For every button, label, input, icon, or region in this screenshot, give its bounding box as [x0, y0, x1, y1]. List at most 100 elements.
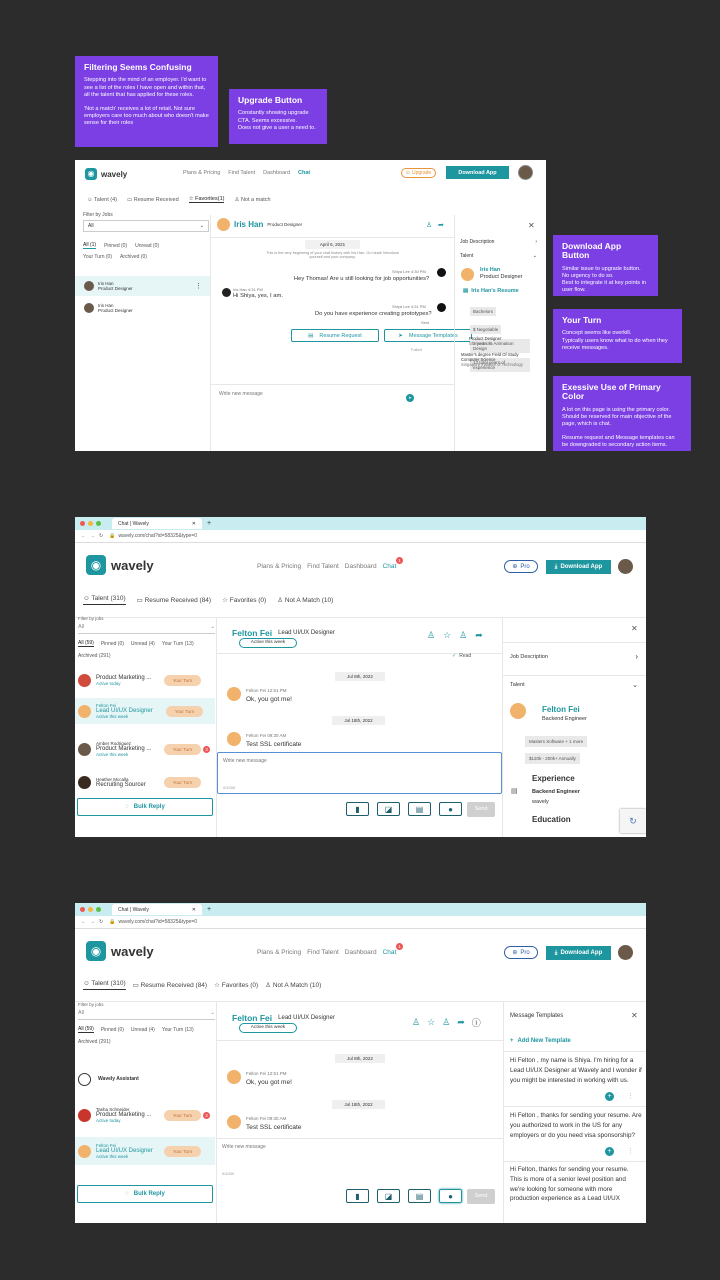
template-item[interactable]: Hi Felton , my name is Shiya. I'm hiring…: [510, 1056, 642, 1085]
subtab-all[interactable]: All (59): [78, 640, 94, 647]
subtab-your-turn[interactable]: Your Turn (0): [83, 254, 112, 260]
send-button[interactable]: Send: [467, 802, 495, 817]
tab-favorites[interactable]: ☆ Favorites (0): [222, 596, 266, 604]
subtab-unread[interactable]: Unread (0): [135, 243, 159, 249]
back-icon[interactable]: ←: [81, 919, 86, 925]
tab-talent[interactable]: ☺ Talent (4): [87, 197, 117, 203]
add-circle-icon[interactable]: +: [605, 1092, 614, 1101]
template-item[interactable]: Hi Felton , thanks for sending your resu…: [510, 1111, 642, 1140]
nav-plans[interactable]: Plans & Pricing: [183, 170, 220, 176]
user-avatar[interactable]: [618, 559, 633, 574]
talent-row[interactable]: Talent ⌄: [510, 681, 638, 689]
send-button[interactable]: Send: [467, 1189, 495, 1204]
add-template-button[interactable]: + Add New Template: [510, 1038, 571, 1044]
logo[interactable]: ◉ wavely: [86, 941, 154, 961]
person-x-icon[interactable]: ♙: [442, 1017, 450, 1028]
close-icon[interactable]: ✕: [192, 521, 196, 527]
reload-icon[interactable]: ↻: [99, 919, 103, 925]
more-icon[interactable]: ⋮: [627, 1147, 634, 1155]
nav-chat[interactable]: Chat: [298, 170, 310, 176]
logo[interactable]: ◉ wavely: [86, 555, 154, 575]
share-icon[interactable]: ➦: [475, 630, 483, 641]
subtab-unread[interactable]: Unread (4): [131, 1027, 155, 1033]
filter-select[interactable]: All ⌄: [83, 220, 209, 232]
resume-request-button[interactable]: ▤ Resume Request: [291, 329, 379, 342]
filter-select[interactable]: All ⌄: [78, 621, 215, 634]
subtab-your-turn[interactable]: Your Turn (13): [162, 1027, 194, 1033]
message-input[interactable]: Write new message 0/1000: [217, 752, 502, 794]
url-field[interactable]: wavely.com/chat?id=58325&type=0: [118, 919, 197, 925]
message-input[interactable]: Write new message 0/1000: [217, 1139, 502, 1179]
list-item[interactable]: Wavely Assistant: [78, 1071, 215, 1087]
nav-find-talent[interactable]: Find Talent: [307, 563, 339, 570]
close-icon[interactable]: ✕: [631, 1011, 638, 1020]
job-description-row[interactable]: Job Description ›: [460, 239, 537, 245]
logo[interactable]: ◉ wavely: [85, 167, 127, 181]
close-icon[interactable]: ✕: [631, 624, 638, 633]
document-icon[interactable]: ▮: [346, 1189, 369, 1203]
document-icon[interactable]: ▮: [346, 802, 369, 816]
tab-talent[interactable]: ☺ Talent (310): [83, 595, 126, 605]
nav-chat[interactable]: Chat: [383, 563, 397, 570]
tab-not-a-match[interactable]: ♙ Not A Match (10): [265, 981, 321, 989]
nav-find-talent[interactable]: Find Talent: [307, 949, 339, 956]
subtab-unread[interactable]: Unread (4): [131, 641, 155, 647]
nav-dashboard[interactable]: Dashboard: [263, 170, 290, 176]
person-check-icon[interactable]: ♙: [412, 1017, 420, 1028]
tab-talent[interactable]: ☺ Talent (310): [83, 980, 126, 990]
list-item[interactable]: Iris Han Product Designer: [75, 299, 210, 317]
new-tab-icon[interactable]: +: [207, 906, 211, 913]
message-input[interactable]: Write new message: [219, 391, 263, 397]
template-item[interactable]: Hi Felton, thanks for sending your resum…: [510, 1165, 642, 1221]
more-icon[interactable]: ⋮: [195, 282, 202, 290]
tab-favorites[interactable]: ☆ Favorites(1): [188, 196, 225, 203]
tab-resume-received[interactable]: ▭ Resume Received (84): [137, 596, 211, 604]
nav-dashboard[interactable]: Dashboard: [345, 949, 377, 956]
subtab-pinned[interactable]: Pinned (0): [101, 641, 124, 647]
pro-button[interactable]: ⊕ Pro: [504, 946, 538, 959]
browser-tab[interactable]: Chat | Wavely ✕: [112, 518, 202, 529]
nav-find-talent[interactable]: Find Talent: [228, 170, 255, 176]
image-icon[interactable]: ◪: [377, 1189, 400, 1203]
download-app-button[interactable]: ⤓ Download App: [546, 946, 611, 960]
subtab-all[interactable]: All (1): [83, 242, 97, 249]
share-icon[interactable]: ➦: [438, 221, 444, 229]
person-x-icon[interactable]: ♙: [459, 630, 467, 641]
user-avatar[interactable]: [618, 945, 633, 960]
forward-icon[interactable]: →: [90, 919, 95, 925]
bulk-reply-button[interactable]: ◌ Bulk Reply: [77, 1185, 213, 1203]
nav-plans[interactable]: Plans & Pricing: [257, 563, 301, 570]
send-template-icon[interactable]: ●: [439, 1189, 462, 1203]
nav-dashboard[interactable]: Dashboard: [345, 563, 377, 570]
download-app-button[interactable]: Download App: [446, 166, 509, 179]
close-icon[interactable]: ✕: [528, 221, 535, 230]
subtab-your-turn[interactable]: Your Turn (13): [162, 641, 194, 647]
add-circle-icon[interactable]: +: [605, 1147, 614, 1156]
image-icon[interactable]: ◪: [377, 802, 400, 816]
send-icon[interactable]: ➤: [406, 394, 414, 402]
bulk-reply-button[interactable]: ◌ Bulk Reply: [77, 798, 213, 816]
person-check-icon[interactable]: ♙: [427, 630, 435, 641]
reload-icon[interactable]: ↻: [99, 533, 103, 539]
url-field[interactable]: wavely.com/chat?id=58325&type=0: [118, 533, 197, 539]
tab-not-a-match[interactable]: ♙ Not A Match (10): [277, 596, 333, 604]
send-template-icon[interactable]: ●: [439, 802, 462, 816]
briefcase-icon[interactable]: ▤: [408, 1189, 431, 1203]
more-icon[interactable]: ⋮: [627, 1092, 634, 1100]
list-item[interactable]: Iris Han Product Designer ⋮: [75, 276, 210, 296]
talent-row[interactable]: Talent ⌄: [460, 253, 537, 259]
upgrade-button[interactable]: ⊙ Upgrade: [401, 168, 436, 178]
tab-favorites[interactable]: ☆ Favorites (0): [214, 981, 258, 989]
resume-link[interactable]: ▤ Iris Han's Resume: [463, 288, 519, 294]
download-app-button[interactable]: ⤓ Download App: [546, 560, 611, 574]
back-icon[interactable]: ←: [81, 533, 86, 539]
message-templates-button[interactable]: ➤ Message Templates: [384, 329, 472, 342]
star-icon[interactable]: ☆: [443, 630, 451, 641]
user-avatar[interactable]: [518, 165, 533, 180]
list-item[interactable]: Felton Fei Lead UI/UX Designer Active th…: [75, 1137, 215, 1165]
info-icon[interactable]: ⓘ: [472, 1016, 481, 1029]
share-icon[interactable]: ➦: [457, 1017, 465, 1028]
tab-resume-received[interactable]: ▭ Resume Received (84): [133, 981, 207, 989]
list-item[interactable]: Product Marketing ... Active today Your …: [78, 671, 215, 689]
pro-button[interactable]: ⊕ Pro: [504, 560, 538, 573]
